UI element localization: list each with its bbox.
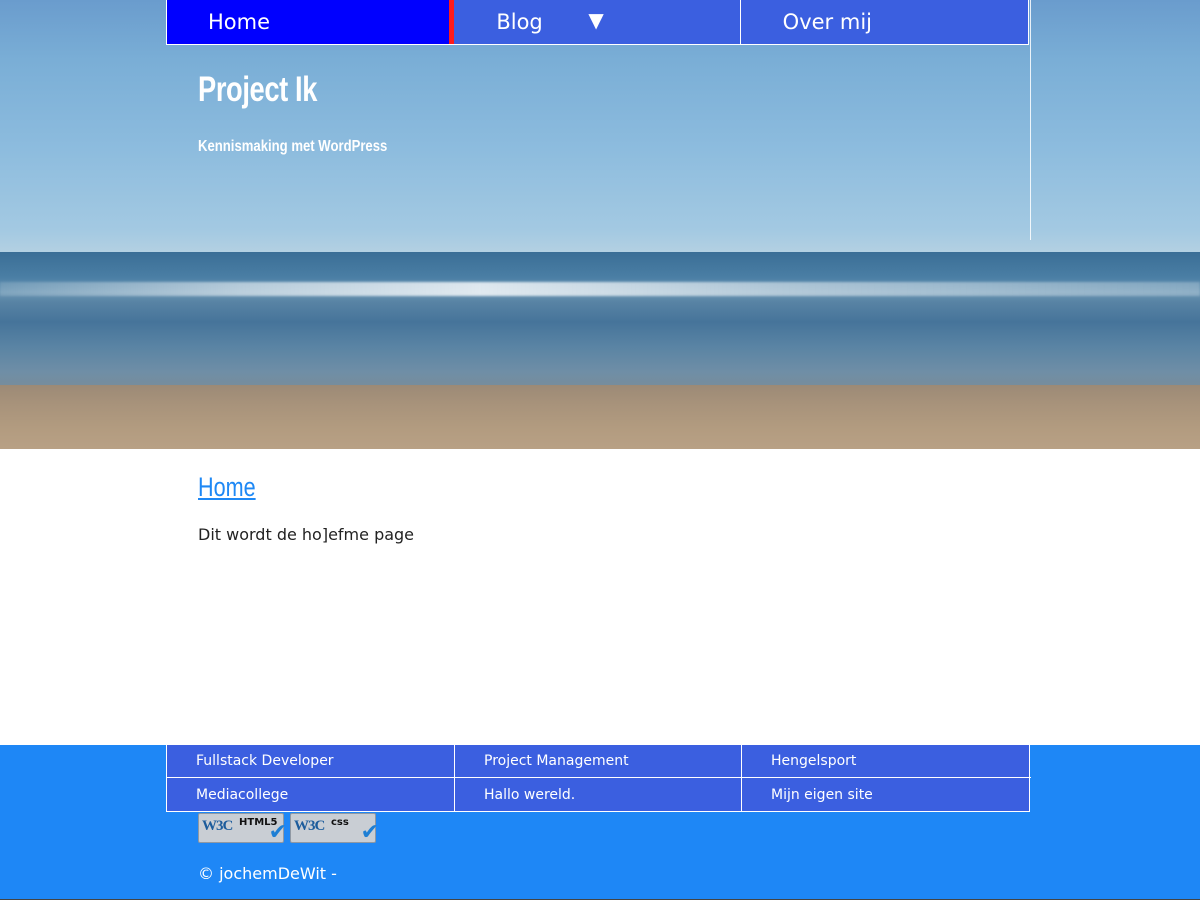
w3c-html5-badge[interactable]: W3C HTML5 ✔ [198,813,287,845]
page-body-text: Dit wordt de ho]efme page [198,525,415,544]
badge-brand: W3C [294,818,325,834]
wave-foam [0,282,1200,296]
footer-link-fullstack-developer[interactable]: Fullstack Developer [167,745,455,778]
badge-brand: W3C [202,818,233,834]
footer-link-hengelsport[interactable]: Hengelsport [742,745,1031,778]
footer-menu: Fullstack Developer Project Management H… [166,745,1031,812]
footer: Fullstack Developer Project Management H… [0,745,1200,900]
site-title[interactable]: Project Ik [198,70,317,110]
nav-item-home[interactable]: Home [167,0,455,44]
footer-link-project-management[interactable]: Project Management [455,745,742,778]
nav-item-blog[interactable]: Blog ▼ [454,0,741,44]
site-tagline: Kennismaking met WordPress [198,138,388,155]
footer-link-mediacollege[interactable]: Mediacollege [167,778,455,812]
beach-sand [0,385,1200,449]
w3c-css-badge[interactable]: W3C css ✔ [290,813,379,845]
footer-link-hallo-wereld[interactable]: Hallo wereld. [455,778,742,812]
nav-item-label: Over mij [782,10,872,34]
chevron-down-icon[interactable]: ▼ [588,0,603,40]
main-nav: Home Blog ▼ Over mij [166,0,1029,45]
checkmark-icon: ✔ [360,820,379,845]
nav-item-over-mij[interactable]: Over mij [740,0,1028,44]
nav-item-label: Home [208,10,271,34]
footer-link-mijn-eigen-site[interactable]: Mijn eigen site [742,778,1031,812]
badge-kind: css [331,817,349,828]
validation-badges: W3C HTML5 ✔ W3C css ✔ [198,813,379,845]
page-title[interactable]: Home [198,472,256,503]
copyright-text: © jochemDeWit - [198,864,337,883]
sea-band [0,252,1200,392]
nav-item-label: Blog [496,10,543,34]
checkmark-icon: ✔ [268,820,287,845]
